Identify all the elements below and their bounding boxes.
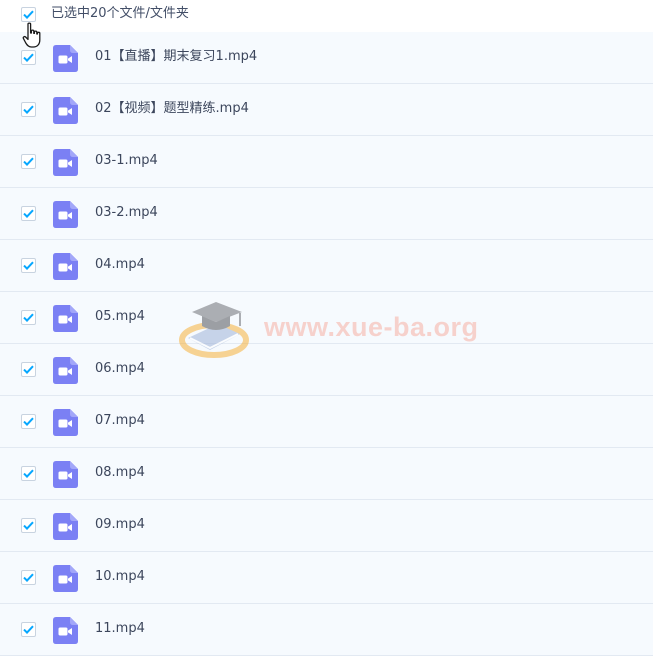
- checkmark-icon: [23, 157, 34, 166]
- file-checkbox[interactable]: [21, 50, 36, 65]
- file-row[interactable]: 09.mp4: [0, 500, 653, 552]
- file-name[interactable]: 07.mp4: [95, 412, 145, 430]
- file-checkbox[interactable]: [21, 570, 36, 585]
- file-row[interactable]: 08.mp4: [0, 448, 653, 500]
- file-name[interactable]: 02【视频】题型精练.mp4: [95, 100, 249, 118]
- video-file-icon: [53, 461, 78, 488]
- selected-count-label: 已选中20个文件/文件夹: [51, 6, 189, 21]
- checkmark-icon: [23, 417, 34, 426]
- checkmark-icon: [23, 625, 34, 634]
- file-name[interactable]: 03-1.mp4: [95, 152, 158, 170]
- file-name[interactable]: 03-2.mp4: [95, 204, 158, 222]
- file-name[interactable]: 11.mp4: [95, 620, 145, 638]
- file-checkbox[interactable]: [21, 206, 36, 221]
- file-checkbox[interactable]: [21, 258, 36, 273]
- file-checkbox[interactable]: [21, 466, 36, 481]
- video-file-icon: [53, 305, 78, 332]
- file-checkbox[interactable]: [21, 414, 36, 429]
- select-all-checkbox[interactable]: [21, 7, 36, 22]
- checkmark-icon: [23, 573, 34, 582]
- video-file-icon: [53, 357, 78, 384]
- file-list: 01【直播】期末复习1.mp4 02【视频】题型精练.mp4 03-1.mp4: [0, 32, 653, 656]
- file-name[interactable]: 05.mp4: [95, 308, 145, 326]
- video-file-icon: [53, 617, 78, 644]
- checkmark-icon: [23, 365, 34, 374]
- file-name[interactable]: 10.mp4: [95, 568, 145, 586]
- file-row[interactable]: 05.mp4: [0, 292, 653, 344]
- video-file-icon: [53, 149, 78, 176]
- checkmark-icon: [23, 521, 34, 530]
- video-file-icon: [53, 565, 78, 592]
- file-checkbox[interactable]: [21, 310, 36, 325]
- video-file-icon: [53, 253, 78, 280]
- file-row[interactable]: 04.mp4: [0, 240, 653, 292]
- video-file-icon: [53, 513, 78, 540]
- file-name[interactable]: 09.mp4: [95, 516, 145, 534]
- file-row[interactable]: 11.mp4: [0, 604, 653, 656]
- file-row[interactable]: 07.mp4: [0, 396, 653, 448]
- file-row[interactable]: 02【视频】题型精练.mp4: [0, 84, 653, 136]
- file-name[interactable]: 04.mp4: [95, 256, 145, 274]
- file-row[interactable]: 10.mp4: [0, 552, 653, 604]
- file-checkbox[interactable]: [21, 518, 36, 533]
- file-name[interactable]: 01【直播】期末复习1.mp4: [95, 48, 257, 66]
- checkmark-icon: [23, 10, 34, 19]
- checkmark-icon: [23, 261, 34, 270]
- file-row[interactable]: 03-1.mp4: [0, 136, 653, 188]
- file-checkbox[interactable]: [21, 362, 36, 377]
- checkmark-icon: [23, 313, 34, 322]
- file-checkbox[interactable]: [21, 102, 36, 117]
- checkmark-icon: [23, 469, 34, 478]
- file-row[interactable]: 01【直播】期末复习1.mp4: [0, 32, 653, 84]
- video-file-icon: [53, 409, 78, 436]
- file-row[interactable]: 06.mp4: [0, 344, 653, 396]
- checkmark-icon: [23, 209, 34, 218]
- checkmark-icon: [23, 105, 34, 114]
- video-file-icon: [53, 201, 78, 228]
- file-checkbox[interactable]: [21, 622, 36, 637]
- select-all-bar: 已选中20个文件/文件夹: [0, 0, 653, 32]
- file-name[interactable]: 06.mp4: [95, 360, 145, 378]
- file-checkbox[interactable]: [21, 154, 36, 169]
- video-file-icon: [53, 45, 78, 72]
- checkmark-icon: [23, 53, 34, 62]
- file-name[interactable]: 08.mp4: [95, 464, 145, 482]
- video-file-icon: [53, 97, 78, 124]
- file-row[interactable]: 03-2.mp4: [0, 188, 653, 240]
